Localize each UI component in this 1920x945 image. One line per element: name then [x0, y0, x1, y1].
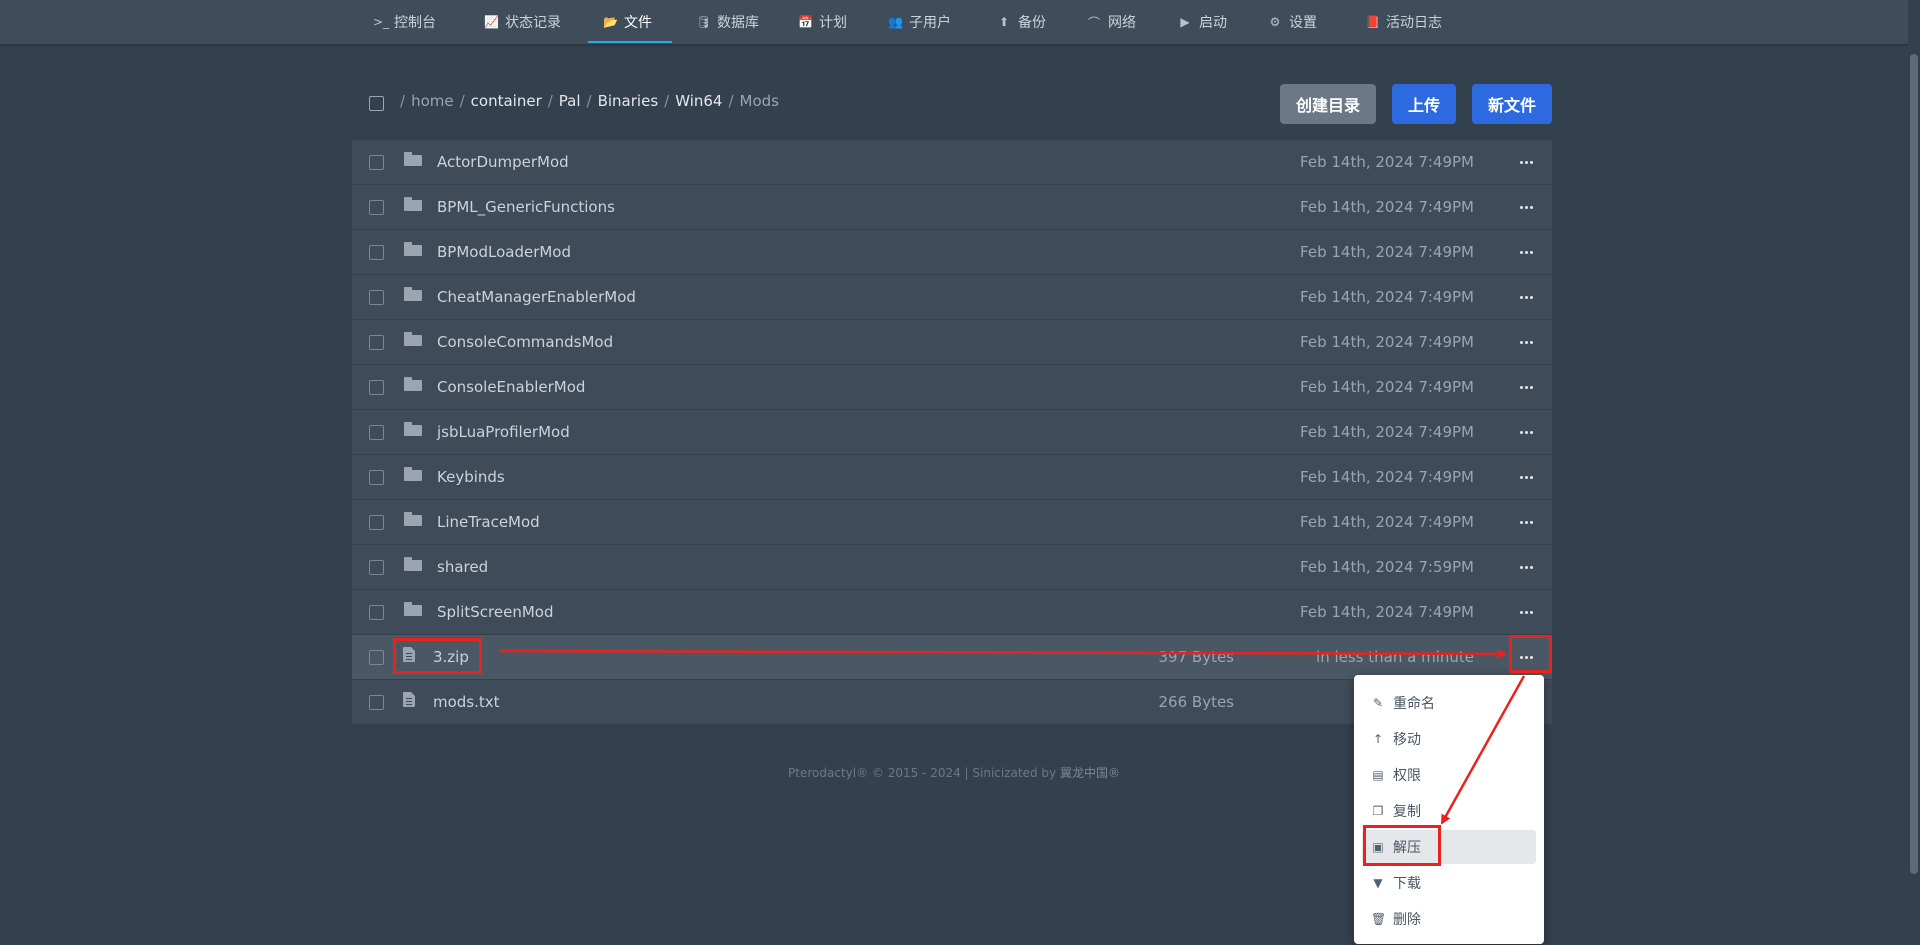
- annotation-arrow-to-extract: [1440, 675, 1526, 825]
- annotation-arrows: [499, 648, 1526, 825]
- annotation-arrow-to-more: [499, 648, 1507, 659]
